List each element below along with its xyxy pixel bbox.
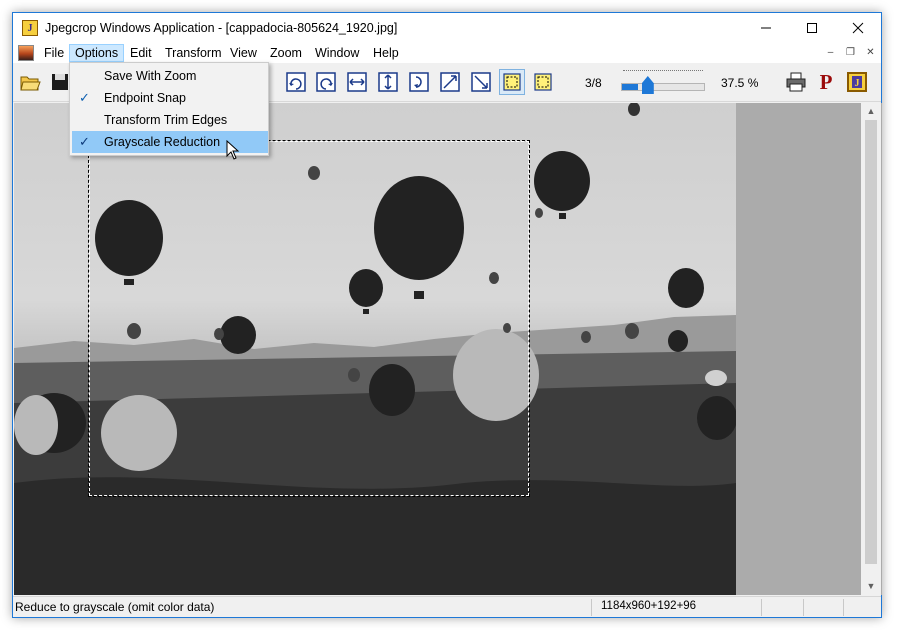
rotate-left-button[interactable] [283,69,309,95]
page-indicator: 3/8 [585,76,602,90]
rotate-180-icon [409,72,429,92]
minimize-icon [761,27,771,29]
minimize-button[interactable] [743,13,789,43]
open-icon [20,76,41,91]
flip-vertical-button[interactable] [375,69,401,95]
selection-snap-button[interactable] [499,69,525,95]
close-button[interactable] [835,13,881,43]
vertical-scrollbar[interactable]: ▲ ▼ [861,103,881,595]
selection-button[interactable] [530,69,556,95]
status-divider [843,599,844,616]
menu-zoom[interactable]: Zoom [265,44,307,62]
selection-snap-icon [503,73,521,91]
check-icon: ✓ [79,90,90,105]
rotate-right-icon [316,72,336,92]
print-icon [786,72,806,92]
transpose-button[interactable] [437,69,463,95]
menu-view[interactable]: View [225,44,262,62]
zoom-slider-thumb[interactable] [641,76,654,94]
scroll-up-icon[interactable]: ▲ [861,103,881,120]
print-button[interactable] [783,69,809,95]
transverse-icon [471,72,491,92]
menu-transform[interactable]: Transform [160,44,227,62]
rotate-left-icon [286,72,306,92]
zoom-slider-fill [622,84,639,90]
mdi-restore-icon[interactable]: ❐ [843,46,858,60]
zoom-slider[interactable] [621,70,705,96]
status-dimensions: 1184x960+192+96 [601,600,697,612]
zoom-slider-ticks [623,70,703,76]
menu-item-save-with-zoom[interactable]: ✓ Save With Zoom [72,65,268,87]
menu-options[interactable]: Options [69,44,125,62]
scroll-thumb[interactable] [865,120,877,564]
rotate-right-button[interactable] [313,69,339,95]
close-icon [852,22,864,34]
maximize-icon [807,23,817,33]
progressive-icon: P [819,69,833,94]
mdi-minimize-icon[interactable]: – [823,46,838,60]
transpose-icon [440,72,460,92]
mouse-pointer-icon [226,140,240,160]
zoom-slider-track[interactable] [621,83,705,91]
menu-file[interactable]: File [39,44,69,62]
zoom-value: 37.5 % [721,76,759,90]
about-icon: J [847,72,867,92]
flip-horizontal-icon [347,72,367,92]
photo-preview[interactable] [14,103,736,595]
title-bar[interactable]: J Jpegcrop Windows Application - [cappad… [13,13,881,43]
scroll-down-icon[interactable]: ▼ [861,578,881,595]
status-divider [803,599,804,616]
selection-icon [534,73,552,91]
flip-horizontal-button[interactable] [344,69,370,95]
save-icon [52,74,68,90]
menu-help[interactable]: Help [368,44,404,62]
window-title: Jpegcrop Windows Application - [cappadoc… [45,21,398,35]
open-button[interactable] [17,69,43,95]
menu-item-label: Grayscale Reduction [104,135,221,149]
status-message: Reduce to grayscale (omit color data) [15,600,215,614]
about-button[interactable]: J [844,69,870,95]
mdi-close-icon[interactable]: ✕ [863,46,878,60]
maximize-button[interactable] [789,13,835,43]
menu-item-transform-trim-edges[interactable]: ✓ Transform Trim Edges [72,109,268,131]
menu-item-endpoint-snap[interactable]: ✓ Endpoint Snap [72,87,268,109]
menu-edit[interactable]: Edit [125,44,157,62]
menu-item-label: Endpoint Snap [104,91,187,105]
menu-window[interactable]: Window [310,44,364,62]
svg-text:J: J [855,78,860,89]
document-icon[interactable] [18,45,34,61]
image-area[interactable]: ▲ ▼ [14,103,882,595]
flip-vertical-icon [378,72,398,92]
menu-item-label: Transform Trim Edges [104,113,228,127]
rotate-180-button[interactable] [406,69,432,95]
check-icon: ✓ [79,134,90,149]
status-divider [591,599,592,616]
menu-bar: File Options Edit Transform View Zoom Wi… [13,43,881,63]
status-bar: Reduce to grayscale (omit color data) 11… [13,596,881,617]
progressive-button[interactable]: P [813,69,839,95]
crop-selection[interactable] [88,140,530,497]
transverse-button[interactable] [468,69,494,95]
app-icon[interactable]: J [22,20,38,36]
status-divider [761,599,762,616]
menu-item-label: Save With Zoom [104,69,197,83]
